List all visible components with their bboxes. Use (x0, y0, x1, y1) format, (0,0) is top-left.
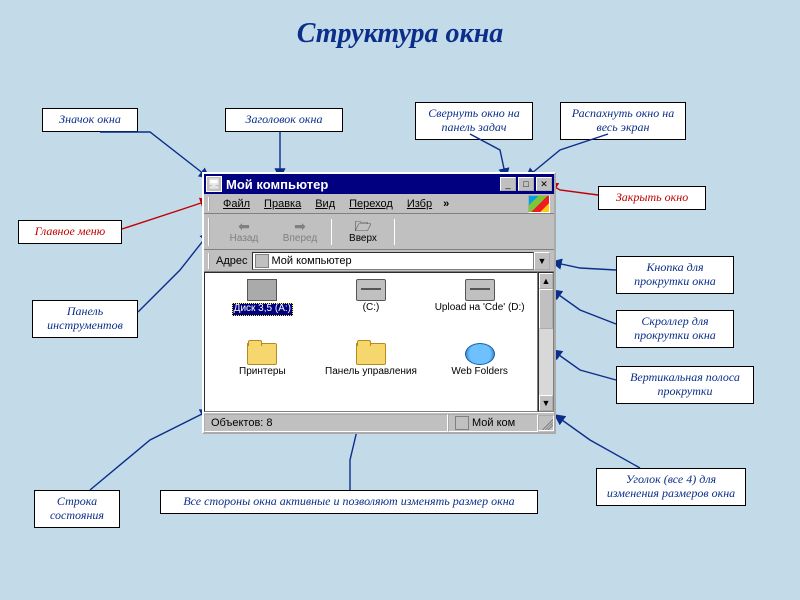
windows-logo-icon (528, 195, 550, 213)
address-value: Мой компьютер (272, 255, 352, 267)
callout-scroll-thumb: Скроллер для прокрутки окна (616, 310, 734, 348)
drive-icon (465, 279, 495, 301)
callout-scroll-button: Кнопка для прокрутки окна (616, 256, 734, 294)
menu-overflow[interactable]: » (439, 198, 453, 210)
callout-title: Заголовок окна (225, 108, 343, 132)
status-objects: Объектов: 8 (204, 414, 448, 432)
toolbar-separator (394, 219, 395, 245)
file-label: (C:) (363, 303, 380, 314)
toolbar-separator (331, 219, 332, 245)
close-button[interactable]: ✕ (536, 177, 552, 191)
file-label: Web Folders (451, 367, 508, 378)
folder-up-icon: 🗁 (354, 219, 371, 233)
file-label: Диск 3,5 (A:) (232, 303, 293, 316)
callout-maximize: Распахнуть окно на весь экран (560, 102, 686, 140)
file-item[interactable]: Web Folders (426, 343, 533, 405)
folder-icon (247, 343, 277, 365)
resize-grip[interactable] (538, 415, 554, 431)
file-item[interactable]: (C:) (318, 279, 425, 341)
callout-minimize: Свернуть окно на панель задач (415, 102, 533, 140)
up-button[interactable]: 🗁 Вверх (335, 218, 391, 245)
file-label: Upload на 'Cde' (D:) (435, 303, 525, 314)
address-field[interactable]: Мой компьютер (252, 252, 535, 270)
callout-toolbar: Панель инструментов (32, 300, 138, 338)
file-item[interactable]: Панель управления (318, 343, 425, 405)
folder-icon (356, 343, 386, 365)
grip-icon[interactable] (208, 218, 212, 246)
menu-go[interactable]: Переход (342, 197, 400, 211)
scroll-track[interactable] (539, 329, 553, 395)
grip-icon[interactable] (208, 197, 212, 211)
menu-favorites[interactable]: Избр (400, 197, 439, 211)
content-area[interactable]: Диск 3,5 (A:) (C:) Upload на 'Cde' (D:) При… (204, 272, 538, 412)
system-menu-icon[interactable]: 🖥 (206, 176, 222, 192)
maximize-button[interactable]: □ (518, 177, 534, 191)
computer-icon (455, 416, 469, 430)
floppy-icon (247, 279, 277, 301)
grip-icon[interactable] (208, 253, 212, 269)
address-label: Адрес (216, 255, 248, 267)
callout-main-menu: Главное меню (18, 220, 122, 244)
toolbar: ⬅ Назад ➡ Вперед 🗁 Вверх (204, 214, 554, 250)
computer-icon (255, 254, 269, 268)
callout-close: Закрыть окно (598, 186, 706, 210)
page-title: Структура окна (0, 18, 800, 50)
menu-view[interactable]: Вид (308, 197, 342, 211)
titlebar[interactable]: 🖥 Мой компьютер _ □ ✕ (204, 174, 554, 194)
scroll-up-button[interactable]: ▲ (539, 273, 553, 289)
minimize-button[interactable]: _ (500, 177, 516, 191)
file-label: Панель управления (325, 367, 417, 378)
scroll-thumb[interactable] (539, 289, 553, 329)
callout-sides-note: Все стороны окна активные и позволяют из… (160, 490, 538, 514)
scroll-down-button[interactable]: ▼ (539, 395, 553, 411)
back-button[interactable]: ⬅ Назад (216, 218, 272, 245)
vertical-scrollbar[interactable]: ▲ ▼ (538, 272, 554, 412)
menu-file[interactable]: Файл (216, 197, 257, 211)
drive-icon (356, 279, 386, 301)
file-item[interactable]: Upload на 'Cde' (D:) (426, 279, 533, 341)
file-label: Принтеры (239, 367, 286, 378)
window: 🖥 Мой компьютер _ □ ✕ Файл Правка Вид Пе… (202, 172, 556, 434)
address-dropdown[interactable]: ▼ (534, 252, 550, 270)
window-title: Мой компьютер (226, 177, 498, 192)
address-bar: Адрес Мой компьютер ▼ (204, 250, 554, 272)
status-bar: Объектов: 8 Мой ком (204, 412, 554, 432)
callout-status-bar: Строка состояния (34, 490, 120, 528)
callout-resize-corner: Уголок (все 4) для изменения размеров ок… (596, 468, 746, 506)
globe-icon (465, 343, 495, 365)
callout-window-icon: Значок окна (42, 108, 138, 132)
arrow-right-icon: ➡ (294, 219, 306, 233)
arrow-left-icon: ⬅ (238, 219, 250, 233)
callout-scrollbar: Вертикальная полоса прокрутки (616, 366, 754, 404)
file-item[interactable]: Диск 3,5 (A:) (209, 279, 316, 341)
file-item[interactable]: Принтеры (209, 343, 316, 405)
menu-bar: Файл Правка Вид Переход Избр » (204, 194, 554, 214)
status-location: Мой ком (448, 414, 538, 432)
menu-edit[interactable]: Правка (257, 197, 308, 211)
forward-button[interactable]: ➡ Вперед (272, 218, 328, 245)
